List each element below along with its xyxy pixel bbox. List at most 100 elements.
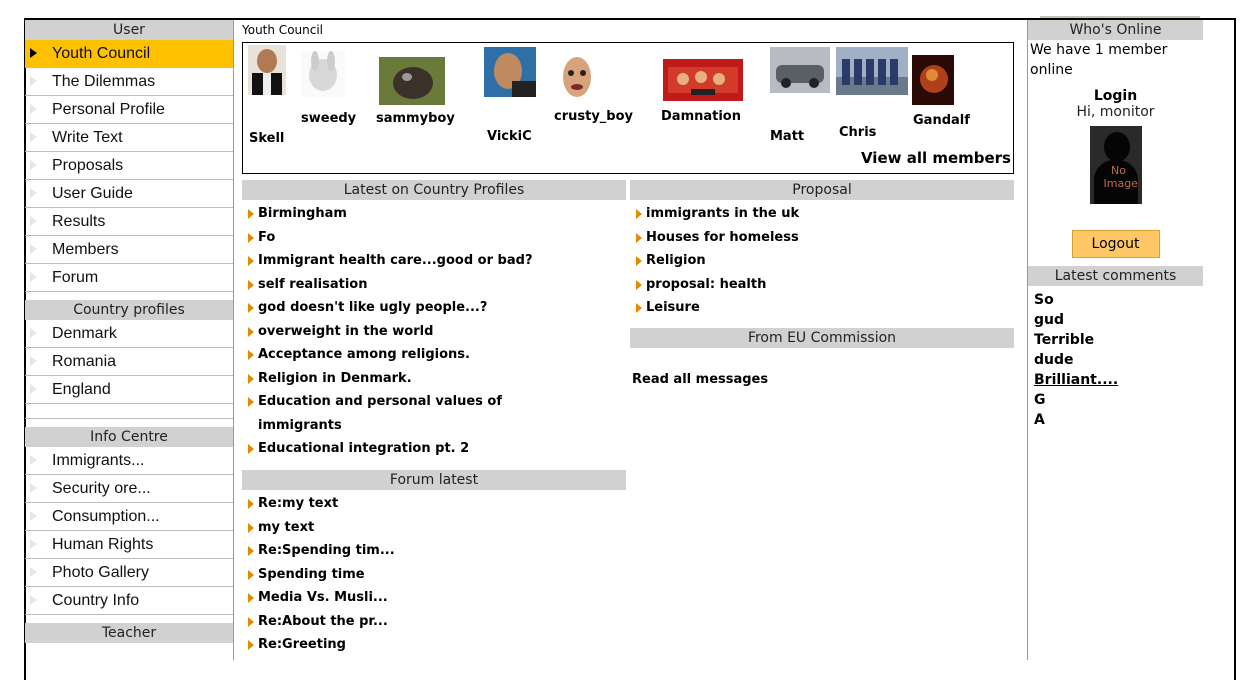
arrow-icon bbox=[30, 132, 37, 142]
arrow-icon bbox=[248, 279, 254, 290]
proposal-list: immigrants in the uk Houses for homeless… bbox=[632, 202, 1012, 320]
comment-item[interactable]: Terrible bbox=[1034, 330, 1203, 350]
arrow-icon bbox=[248, 397, 254, 407]
arrow-icon bbox=[636, 209, 642, 219]
sidebar-item-denmark[interactable]: Denmark bbox=[25, 320, 233, 348]
member-name[interactable]: sweedy bbox=[301, 111, 356, 126]
online-count-text: We have 1 member online bbox=[1030, 42, 1168, 78]
eu-commission-header: From EU Commission bbox=[630, 328, 1014, 348]
page-title: Youth Council bbox=[242, 23, 324, 37]
sidebar-item-security[interactable]: Security ore... bbox=[25, 475, 233, 503]
arrow-icon bbox=[30, 356, 37, 366]
list-item-continuation[interactable]: immigrants bbox=[244, 414, 624, 438]
comment-item[interactable]: So bbox=[1034, 290, 1203, 310]
arrow-icon bbox=[30, 483, 37, 493]
list-item[interactable]: Leisure bbox=[632, 296, 1012, 320]
list-item[interactable]: self realisation bbox=[244, 273, 624, 297]
sidebar-item-photo-gallery[interactable]: Photo Gallery bbox=[25, 559, 233, 587]
list-item[interactable]: Re:Greeting bbox=[244, 633, 624, 657]
list-item[interactable]: Re:my text bbox=[244, 492, 624, 516]
members-box: Skell sweedy sammyboy VickiC crusty_boy … bbox=[242, 42, 1014, 174]
sidebar-item-proposals[interactable]: Proposals bbox=[25, 152, 233, 180]
login-label: Login bbox=[1093, 88, 1138, 104]
sidebar-item-romania[interactable]: Romania bbox=[25, 348, 233, 376]
sidebar-item-members[interactable]: Members bbox=[25, 236, 233, 264]
member-name[interactable]: crusty_boy bbox=[554, 109, 633, 124]
member-name[interactable]: sammyboy bbox=[376, 111, 455, 126]
list-item[interactable]: Media Vs. Musli... bbox=[244, 586, 624, 610]
forum-latest-list: Re:my text my text Re:Spending tim... Sp… bbox=[244, 492, 624, 657]
arrow-icon bbox=[30, 188, 37, 198]
comment-item[interactable]: Brilliant.... bbox=[1034, 370, 1203, 390]
list-item[interactable]: overweight in the world bbox=[244, 320, 624, 344]
list-item[interactable]: Houses for homeless bbox=[632, 226, 1012, 250]
list-item[interactable]: my text bbox=[244, 516, 624, 540]
greeting-text: Hi, monitor bbox=[1076, 104, 1155, 120]
comment-item[interactable]: dude bbox=[1034, 350, 1203, 370]
member-name[interactable]: Skell bbox=[249, 131, 284, 146]
country-profiles-list: Birmingham Fo Immigrant health care...go… bbox=[244, 202, 624, 461]
avatar-matt[interactable] bbox=[770, 47, 830, 93]
avatar-vickic[interactable] bbox=[484, 47, 536, 97]
member-name[interactable]: VickiC bbox=[487, 129, 532, 144]
member-name[interactable]: Damnation bbox=[661, 109, 741, 124]
sidebar-item-england[interactable]: England bbox=[25, 376, 233, 404]
avatar-chris[interactable] bbox=[836, 47, 908, 95]
sidebar-item-write-text[interactable]: Write Text bbox=[25, 124, 233, 152]
sidebar-item-consumption[interactable]: Consumption... bbox=[25, 503, 233, 531]
arrow-icon bbox=[248, 616, 254, 627]
arrow-icon bbox=[248, 522, 254, 533]
list-item[interactable]: Religion bbox=[632, 249, 1012, 273]
sidebar-item-youth-council[interactable]: Youth Council bbox=[25, 40, 233, 68]
comment-item[interactable]: A bbox=[1034, 410, 1203, 430]
list-item[interactable]: Birmingham bbox=[244, 202, 624, 226]
avatar-skell[interactable] bbox=[248, 45, 286, 95]
avatar-sweedy[interactable] bbox=[301, 51, 345, 97]
sidebar-item-forum[interactable]: Forum bbox=[25, 264, 233, 292]
right-sidebar: Who's Online We have 1 member online Log… bbox=[1027, 20, 1203, 660]
arrow-icon bbox=[248, 373, 254, 384]
arrow-icon bbox=[30, 48, 37, 58]
view-all-members-link[interactable]: View all members bbox=[861, 149, 1011, 167]
sidebar-item-human-rights[interactable]: Human Rights bbox=[25, 531, 233, 559]
member-name[interactable]: Chris bbox=[839, 125, 876, 140]
member-name[interactable]: Gandalf bbox=[913, 113, 970, 128]
list-item[interactable]: god doesn't like ugly people...? bbox=[244, 296, 624, 320]
avatar-damnation[interactable] bbox=[663, 59, 743, 101]
list-item[interactable]: Spending time bbox=[244, 563, 624, 587]
avatar-gandalf[interactable] bbox=[912, 55, 954, 105]
list-item[interactable]: Religion in Denmark. bbox=[244, 367, 624, 391]
sidebar-item-personal-profile[interactable]: Personal Profile bbox=[25, 96, 233, 124]
list-item[interactable]: Immigrant health care...good or bad? bbox=[244, 249, 624, 273]
sidebar-item-country-info[interactable]: Country Info bbox=[25, 587, 233, 615]
list-item[interactable]: proposal: health bbox=[632, 273, 1012, 297]
arrow-icon bbox=[636, 256, 642, 266]
arrow-icon bbox=[30, 511, 37, 521]
sidebar-item-results[interactable]: Results bbox=[25, 208, 233, 236]
list-item[interactable]: Fo bbox=[244, 226, 624, 250]
latest-comments-header: Latest comments bbox=[1028, 266, 1203, 286]
arrow-icon bbox=[248, 593, 254, 603]
teacher-header: Teacher bbox=[25, 623, 233, 643]
read-all-messages-link[interactable]: Read all messages bbox=[632, 368, 1012, 392]
member-name[interactable]: Matt bbox=[770, 129, 804, 144]
avatar-crusty-boy[interactable] bbox=[557, 53, 597, 105]
arrow-icon bbox=[30, 567, 37, 577]
comment-item[interactable]: G bbox=[1034, 390, 1203, 410]
list-item[interactable]: Education and personal values of bbox=[244, 390, 624, 414]
logout-button[interactable]: Logout bbox=[1071, 230, 1160, 258]
list-item[interactable]: Acceptance among religions. bbox=[244, 343, 624, 367]
no-image-text: No Image bbox=[1103, 164, 1138, 190]
sidebar-item-immigrants[interactable]: Immigrants... bbox=[25, 447, 233, 475]
list-item[interactable]: immigrants in the uk bbox=[632, 202, 1012, 226]
comment-item[interactable]: gud bbox=[1034, 310, 1203, 330]
list-item[interactable]: Re:Spending tim... bbox=[244, 539, 624, 563]
sidebar-item-user-guide[interactable]: User Guide bbox=[25, 180, 233, 208]
list-item[interactable]: Educational integration pt. 2 bbox=[244, 437, 624, 461]
list-item[interactable]: Re:About the pr... bbox=[244, 610, 624, 634]
arrow-icon bbox=[30, 384, 37, 394]
arrow-icon bbox=[636, 232, 642, 243]
avatar-sammyboy[interactable] bbox=[379, 57, 445, 105]
sidebar-item-dilemmas[interactable]: The Dilemmas bbox=[25, 68, 233, 96]
left-sidebar: User Youth Council The Dilemmas Personal… bbox=[25, 20, 234, 660]
